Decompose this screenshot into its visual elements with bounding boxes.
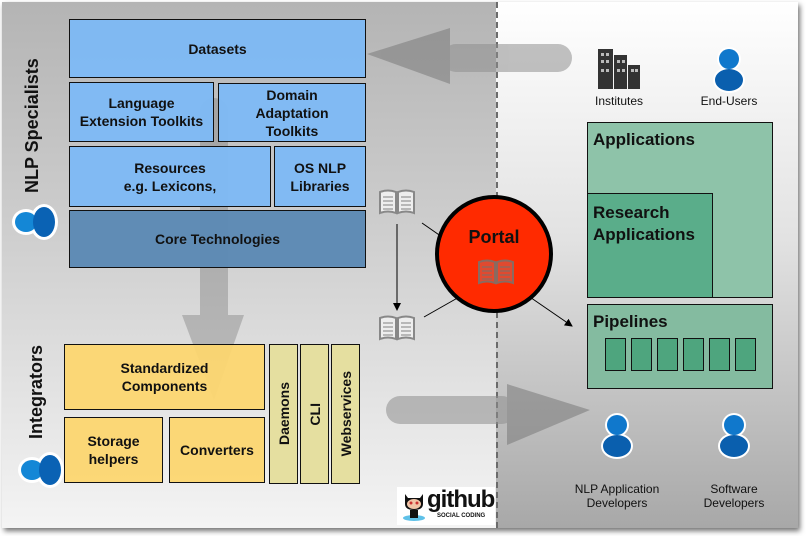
language-extension-toolkits-box: Language Extension Toolkits bbox=[69, 82, 214, 142]
institutes-building-icon bbox=[598, 49, 640, 89]
label-line: Developers bbox=[703, 496, 765, 510]
box-label-line: Toolkits bbox=[265, 122, 319, 139]
octocat-icon bbox=[403, 494, 425, 521]
pipeline-stage bbox=[657, 338, 678, 371]
portal-label: Portal bbox=[468, 227, 520, 247]
box-label-line: Storage bbox=[87, 433, 140, 449]
pipelines-label: Pipelines bbox=[593, 312, 668, 331]
github-logo[interactable]: github SOCIAL CODING bbox=[397, 487, 495, 525]
box-label-line: Extension Toolkits bbox=[79, 113, 204, 129]
software-developers-user-icon bbox=[718, 413, 750, 459]
end-users-label: End-Users bbox=[700, 94, 758, 108]
box-label-line: e.g. Lexicons, bbox=[123, 177, 217, 194]
cli-box: CLI bbox=[300, 344, 329, 484]
core-technologies-box: Core Technologies bbox=[69, 210, 366, 268]
core-technologies-label: Core Technologies bbox=[155, 231, 280, 247]
datasets-box: Datasets bbox=[69, 19, 366, 78]
label-line: NLP Application bbox=[574, 482, 660, 496]
deliver-arrow-right bbox=[386, 384, 590, 445]
pipeline-stage bbox=[735, 338, 756, 371]
cli-label: CLI bbox=[306, 402, 323, 426]
github-tagline: SOCIAL CODING bbox=[437, 513, 486, 519]
pipelines-box: Pipelines bbox=[587, 304, 773, 389]
resources-box: Resources e.g. Lexicons, bbox=[69, 146, 271, 207]
diagram-canvas: NLP Specialists Integrators Datasets Lan… bbox=[2, 2, 798, 528]
pipeline-stage bbox=[709, 338, 730, 371]
end-users-user-icon bbox=[713, 47, 745, 93]
pipeline-stage bbox=[605, 338, 626, 371]
applications-label: Applications bbox=[593, 130, 696, 149]
research-applications-label: Research Applications bbox=[593, 202, 695, 246]
box-label-line: Libraries bbox=[290, 177, 350, 194]
domain-adaptation-toolkits-box: Domain Adaptation Toolkits bbox=[218, 83, 366, 142]
daemons-label: Daemons bbox=[275, 382, 292, 446]
webservices-box: Webservices bbox=[331, 344, 360, 484]
research-applications-box: Research Applications bbox=[587, 193, 713, 298]
role-label-nlp-specialists: NLP Specialists bbox=[22, 58, 42, 194]
os-nlp-libraries-box: OS NLP Libraries bbox=[274, 146, 366, 207]
github-wordmark: github bbox=[427, 486, 495, 513]
box-label-line: Adaptation bbox=[255, 104, 329, 121]
box-label-line: Applications bbox=[593, 225, 696, 244]
converters-box: Converters bbox=[169, 417, 265, 483]
box-label-line: Research bbox=[593, 203, 670, 222]
datasets-label: Datasets bbox=[188, 40, 247, 57]
portal-circle[interactable]: Portal bbox=[435, 195, 553, 313]
nlp-specialist-user-icon bbox=[12, 204, 58, 240]
standardized-components-box: Standardized Components bbox=[64, 344, 265, 410]
pipeline-stage bbox=[683, 338, 704, 371]
role-label-integrators: Integrators bbox=[26, 344, 46, 440]
box-label-line: helpers bbox=[88, 451, 139, 467]
pipeline-stage bbox=[631, 338, 652, 371]
book-icon bbox=[379, 189, 415, 215]
box-label-line: Domain bbox=[266, 86, 318, 103]
portal-book-icon bbox=[478, 259, 514, 285]
box-label-line: Standardized bbox=[120, 360, 209, 376]
software-developers-label: Software Developers bbox=[689, 482, 779, 510]
box-label-line: Language bbox=[108, 95, 175, 111]
institutes-label: Institutes bbox=[594, 94, 644, 108]
converters-label: Converters bbox=[180, 442, 254, 458]
daemons-box: Daemons bbox=[269, 344, 298, 484]
feedback-arrow-left bbox=[367, 28, 572, 84]
label-line: Software bbox=[710, 482, 758, 496]
webservices-label: Webservices bbox=[337, 371, 354, 457]
integrator-user-icon bbox=[18, 452, 64, 488]
box-label-line: Components bbox=[121, 378, 208, 394]
storage-helpers-box: Storage helpers bbox=[64, 417, 163, 483]
box-label-line: Resources bbox=[134, 159, 206, 176]
nlp-app-developers-user-icon bbox=[601, 413, 633, 459]
book-icon bbox=[379, 315, 415, 341]
box-label-line: OS NLP bbox=[293, 159, 347, 176]
nlp-app-developers-label: NLP Application Developers bbox=[562, 482, 672, 510]
label-line: Developers bbox=[586, 496, 648, 510]
